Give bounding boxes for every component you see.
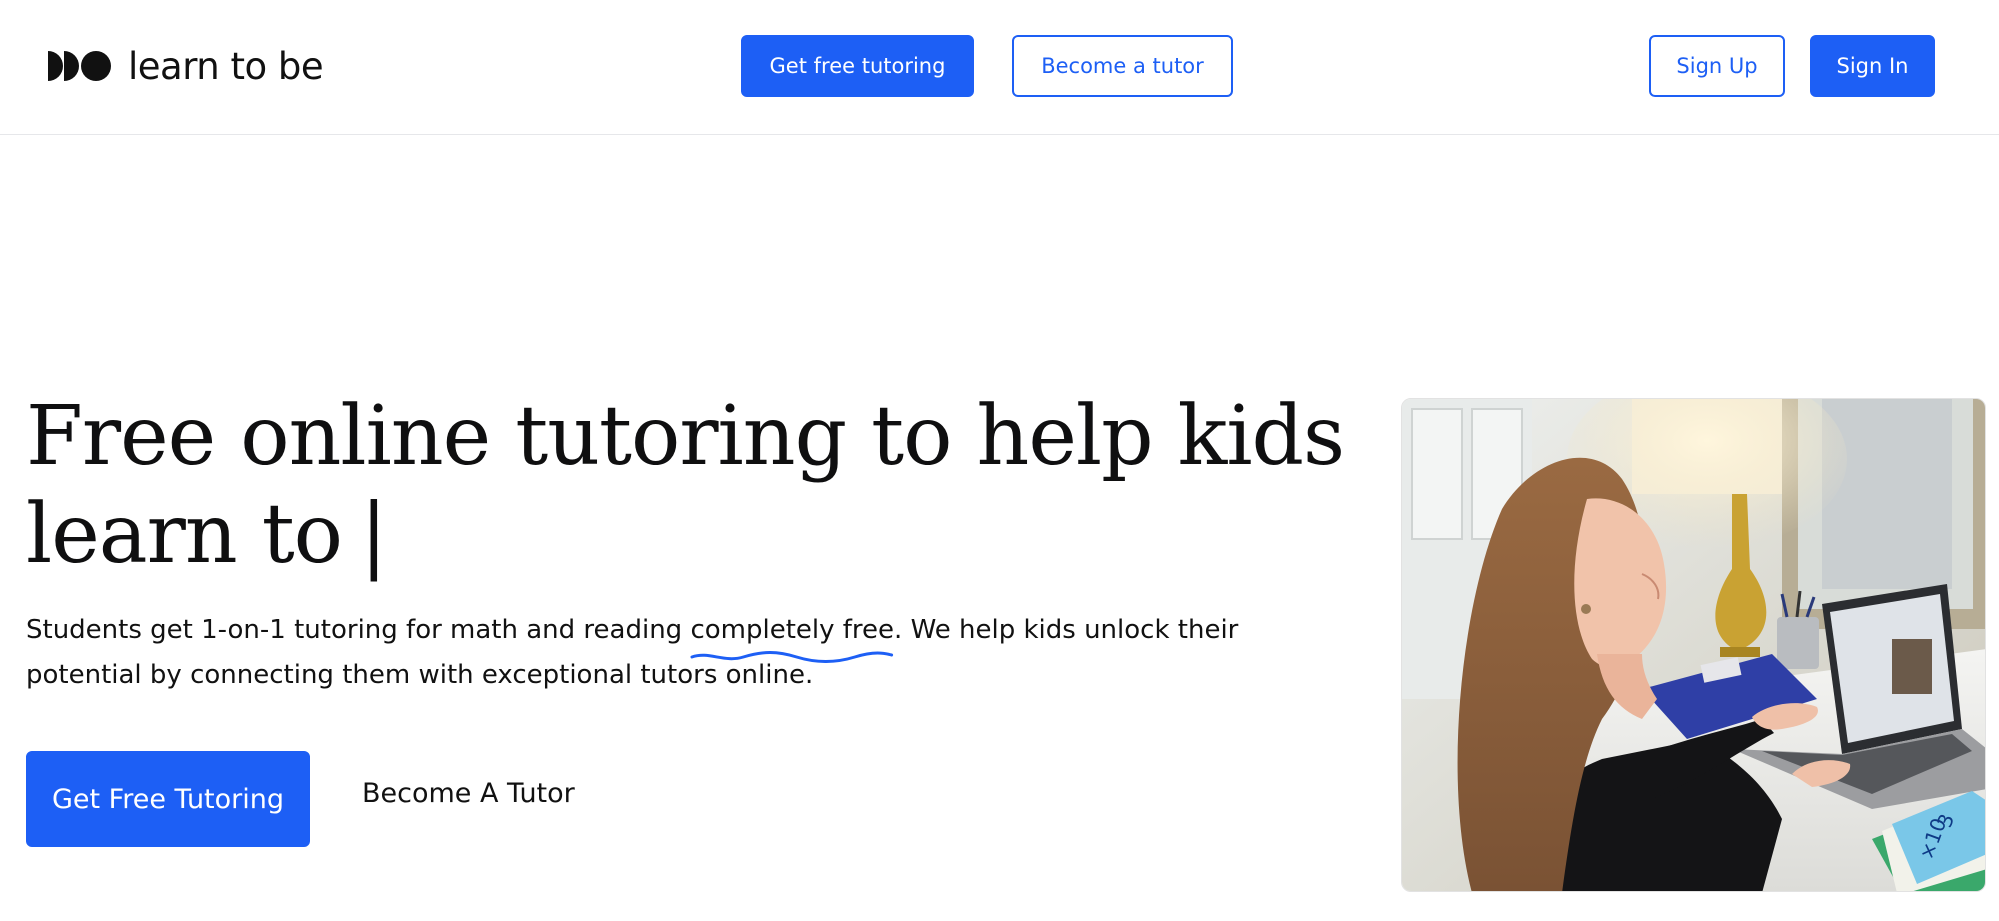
hero-get-free-tutoring-button[interactable]: Get Free Tutoring xyxy=(26,751,310,847)
logo-icon xyxy=(48,51,111,81)
hero-headline-line2: learn to xyxy=(26,487,343,582)
hero-headline: Free online tutoring to help kids learn … xyxy=(26,388,1366,584)
typing-caret: | xyxy=(360,487,388,582)
site-header: learn to be Get free tutoring Become a t… xyxy=(0,0,1999,135)
logo-text: learn to be xyxy=(128,44,324,88)
squiggle-underline-icon xyxy=(690,651,894,663)
student-at-laptop-image: 3 ×10 xyxy=(1402,399,1985,891)
sign-up-button[interactable]: Sign Up xyxy=(1649,35,1785,97)
logo-link[interactable]: learn to be xyxy=(48,44,324,88)
hero-photo: 3 ×10 xyxy=(1401,398,1986,892)
nav-become-tutor-button[interactable]: Become a tutor xyxy=(1012,35,1233,97)
hero-subtext-before: Students get 1-on-1 tutoring for math an… xyxy=(26,615,691,645)
highlight-phrase: completely free xyxy=(690,608,895,663)
hero-headline-line1: Free online tutoring to help kids xyxy=(26,389,1345,484)
hero-subtext-highlight: completely free xyxy=(690,615,895,645)
sign-in-button[interactable]: Sign In xyxy=(1810,35,1935,97)
hero-subtext: Students get 1-on-1 tutoring for math an… xyxy=(26,608,1336,698)
nav-get-free-tutoring-button[interactable]: Get free tutoring xyxy=(741,35,974,97)
hero-become-tutor-link[interactable]: Become A Tutor xyxy=(362,778,575,809)
